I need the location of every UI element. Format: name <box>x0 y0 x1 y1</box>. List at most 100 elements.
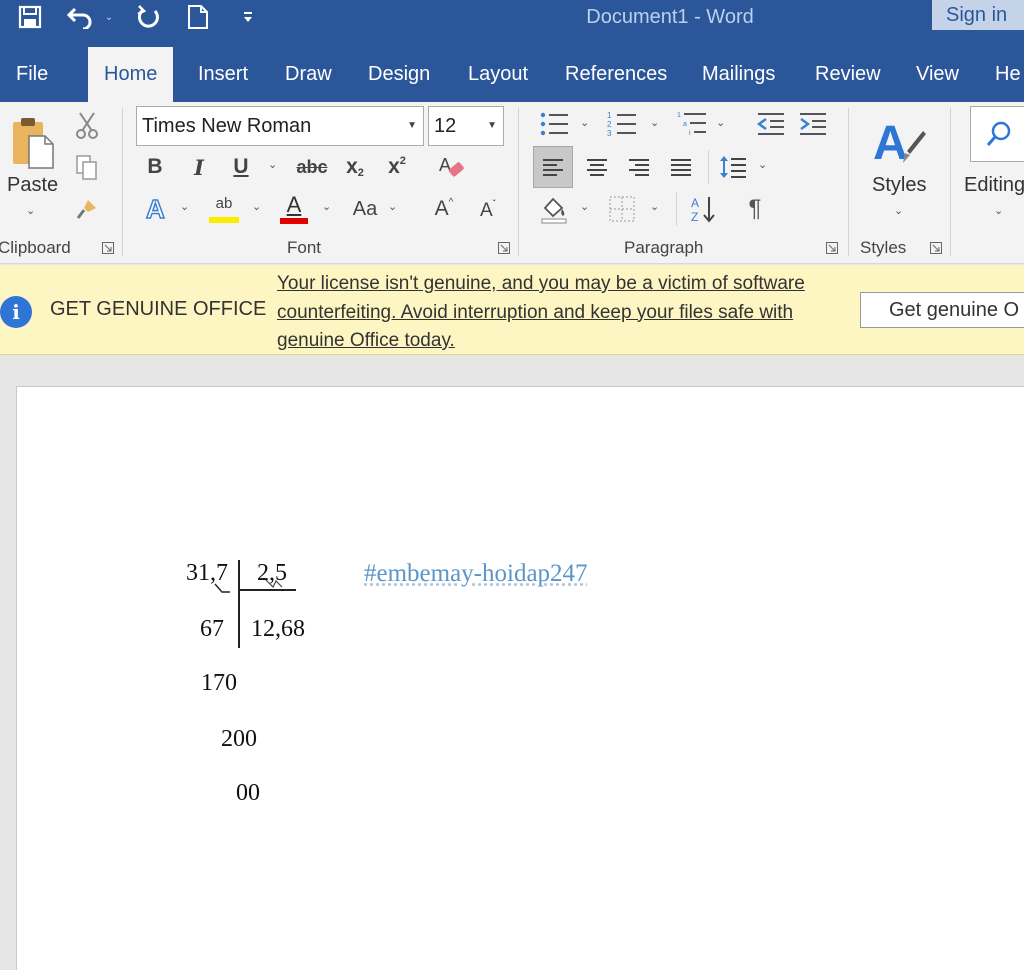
get-genuine-office-button[interactable]: Get genuine O <box>860 292 1024 328</box>
bullets-icon[interactable] <box>536 108 572 140</box>
show-formatting-marks-button[interactable]: ¶ <box>738 192 772 226</box>
step-4: 00 <box>236 780 260 806</box>
chevron-down-icon[interactable]: ▼ <box>407 107 417 145</box>
change-case-button[interactable]: Aa <box>348 192 382 226</box>
svg-text:1: 1 <box>677 112 681 119</box>
line-spacing-dropdown-icon[interactable]: ⌄ <box>758 158 767 171</box>
change-case-dropdown-icon[interactable]: ⌄ <box>388 200 397 213</box>
underline-dropdown-icon[interactable]: ⌄ <box>268 158 277 171</box>
notification-message-link[interactable]: Your license isn't genuine, and you may … <box>277 270 837 356</box>
multilevel-list-icon[interactable]: 1ai <box>674 108 710 140</box>
svg-text:3: 3 <box>607 129 612 138</box>
copy-icon[interactable] <box>72 152 102 182</box>
styles-icon[interactable]: A <box>868 112 928 168</box>
numbering-dropdown-icon[interactable]: ⌄ <box>650 116 659 129</box>
caret-down-icon: ˇ <box>492 198 497 210</box>
svg-text:A: A <box>873 117 908 167</box>
caret-up-icon: ^ <box>448 196 454 208</box>
separator <box>848 108 849 256</box>
chevron-down-icon[interactable]: ▼ <box>487 107 497 145</box>
tab-layout[interactable]: Layout <box>468 34 528 102</box>
highlight-color-bar <box>209 217 239 223</box>
subscript-letter: x <box>346 155 358 178</box>
notification-title: GET GENUINE OFFICE <box>50 298 267 320</box>
text-effects-dropdown-icon[interactable]: ⌄ <box>180 200 189 213</box>
clear-formatting-icon[interactable]: A <box>434 150 468 184</box>
undo-dropdown-icon[interactable]: ⌄ <box>102 0 116 34</box>
paste-label[interactable]: Paste <box>7 174 58 197</box>
align-right-icon[interactable] <box>622 150 656 184</box>
editing-button-label[interactable]: Editing <box>964 174 1024 197</box>
division-vertical-bar <box>238 560 240 648</box>
underline-button[interactable]: U <box>228 150 254 184</box>
tab-home[interactable]: Home <box>88 47 174 102</box>
tab-references[interactable]: References <box>565 34 667 102</box>
bold-button[interactable]: B <box>142 150 168 184</box>
numbering-icon[interactable]: 123 <box>604 108 640 140</box>
paste-icon[interactable] <box>6 112 58 172</box>
document-title: Document1 - Word <box>586 6 754 28</box>
shading-icon[interactable] <box>536 192 572 226</box>
font-launcher-icon[interactable] <box>498 242 510 254</box>
cut-icon[interactable] <box>72 110 102 140</box>
justify-icon[interactable] <box>664 150 698 184</box>
superscript-button[interactable]: x2 <box>382 150 412 184</box>
editing-dropdown-icon[interactable]: ⌄ <box>994 204 1003 217</box>
styles-dropdown-icon[interactable]: ⌄ <box>894 204 903 217</box>
borders-icon[interactable] <box>604 192 640 226</box>
redo-icon[interactable] <box>134 0 164 34</box>
save-icon[interactable] <box>14 0 46 34</box>
shrink-font-button[interactable]: Aˇ <box>474 194 502 228</box>
tab-file[interactable]: File <box>16 34 48 102</box>
decrease-indent-icon[interactable] <box>754 108 788 140</box>
highlight-button[interactable]: ab <box>206 190 242 228</box>
bullets-dropdown-icon[interactable]: ⌄ <box>580 116 589 129</box>
svg-text:a: a <box>683 121 687 128</box>
sign-in-button[interactable]: Sign in <box>932 0 1024 30</box>
shading-dropdown-icon[interactable]: ⌄ <box>580 200 589 213</box>
tab-help[interactable]: He <box>995 34 1021 102</box>
undo-icon[interactable] <box>64 0 98 34</box>
word-window: ⌄ Document1 - Word Sign in File Home Ins… <box>0 0 1024 970</box>
align-left-button[interactable] <box>533 146 573 188</box>
clipboard-launcher-icon[interactable] <box>102 242 114 254</box>
tab-view[interactable]: View <box>916 34 959 102</box>
styles-button-label[interactable]: Styles <box>872 174 926 197</box>
text-effects-icon[interactable]: A <box>140 192 174 226</box>
paragraph-launcher-icon[interactable] <box>826 242 838 254</box>
font-size-value: 12 <box>434 115 457 137</box>
tab-insert[interactable]: Insert <box>198 34 248 102</box>
highlight-dropdown-icon[interactable]: ⌄ <box>252 200 261 213</box>
multilevel-dropdown-icon[interactable]: ⌄ <box>716 116 725 129</box>
paste-dropdown-icon[interactable]: ⌄ <box>26 204 35 217</box>
font-color-dropdown-icon[interactable]: ⌄ <box>322 200 331 213</box>
borders-dropdown-icon[interactable]: ⌄ <box>650 200 659 213</box>
search-icon[interactable] <box>970 106 1024 162</box>
customize-qat-icon[interactable] <box>238 0 258 34</box>
svg-text:A: A <box>146 195 165 223</box>
styles-launcher-icon[interactable] <box>930 242 942 254</box>
tab-draw[interactable]: Draw <box>285 34 332 102</box>
document-page[interactable] <box>16 386 1024 970</box>
ribbon-tabs: File Home Insert Draw Design Layout Refe… <box>0 34 1024 102</box>
ribbon: Paste ⌄ Clipboard Times New Roman ▼ 12 ▼… <box>0 102 1024 264</box>
sort-icon[interactable]: AZ <box>686 192 720 226</box>
italic-button[interactable]: I <box>186 150 212 184</box>
align-center-icon[interactable] <box>580 150 614 184</box>
grow-font-button[interactable]: A ^ <box>430 192 458 226</box>
new-document-icon[interactable] <box>184 0 212 34</box>
tab-mailings[interactable]: Mailings <box>702 34 775 102</box>
font-size-combo[interactable]: 12 ▼ <box>428 106 504 146</box>
superscript-mark: 2 <box>399 155 406 167</box>
tab-design[interactable]: Design <box>368 34 430 102</box>
strikethrough-button[interactable]: abc <box>294 150 330 184</box>
increase-indent-icon[interactable] <box>796 108 830 140</box>
subscript-button[interactable]: x2 <box>340 150 370 184</box>
font-name-combo[interactable]: Times New Roman ▼ <box>136 106 424 146</box>
line-spacing-icon[interactable] <box>716 150 750 184</box>
separator <box>676 192 677 226</box>
paragraph-group-label: Paragraph <box>624 238 704 257</box>
tab-review[interactable]: Review <box>815 34 881 102</box>
format-painter-icon[interactable] <box>72 194 102 224</box>
font-color-button[interactable]: A <box>278 190 310 228</box>
